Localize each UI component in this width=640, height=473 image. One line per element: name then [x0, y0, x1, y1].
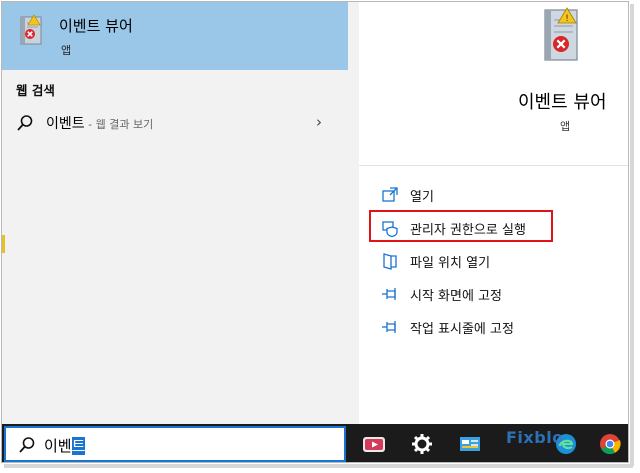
pin-icon	[382, 321, 396, 333]
detail-title: 이벤트 뷰어	[518, 92, 607, 113]
detail-subtitle: 앱	[560, 120, 571, 133]
start-search-window: 이벤트 뷰어 앱 웹 검색 이벤트 - 웹 결과 보기 › ! 이벤트 뷰어 앱…	[1, 1, 629, 463]
chrome-icon[interactable]	[598, 432, 622, 456]
window-shadow-right	[630, 4, 634, 466]
edge-marker	[2, 235, 5, 253]
window-shadow-bottom	[4, 464, 633, 468]
open-action[interactable]: 열기	[381, 182, 611, 208]
web-search-header: 웹 검색	[16, 83, 55, 98]
search-text-selected: 트	[71, 437, 86, 455]
action-label: 관리자 권한으로 실행	[410, 222, 526, 238]
detail-divider	[359, 165, 628, 166]
pin-icon	[382, 288, 396, 300]
gear-icon[interactable]	[410, 432, 434, 456]
chevron-right-icon[interactable]: ›	[316, 113, 322, 131]
results-pane: 이벤트 뷰어 앱 웹 검색 이벤트 - 웹 결과 보기 ›	[2, 2, 348, 424]
web-search-hint: - 웹 결과 보기	[84, 118, 154, 131]
file-location-icon	[383, 253, 397, 270]
search-query: 이벤트	[44, 435, 86, 456]
pane-divider	[348, 2, 359, 424]
search-icon	[17, 115, 33, 131]
search-icon	[19, 437, 35, 453]
web-search-query: 이벤트	[46, 116, 85, 132]
web-search-result[interactable]: 이벤트 - 웹 결과 보기 ›	[2, 106, 348, 138]
best-match-title: 이벤트 뷰어	[59, 17, 133, 35]
open-icon	[382, 187, 398, 202]
watermark-text: Fixblo	[506, 428, 564, 447]
action-label: 파일 위치 열기	[410, 255, 491, 271]
open-file-location-action[interactable]: 파일 위치 열기	[381, 248, 611, 274]
shield-icon	[382, 221, 398, 237]
detail-pane: ! 이벤트 뷰어 앱 열기 관리자 권한으로 실행 파일 위치 열기 시작 화면…	[359, 2, 628, 424]
action-label: 시작 화면에 고정	[410, 288, 502, 304]
action-label: 작업 표시줄에 고정	[410, 321, 514, 337]
search-text-plain: 이벤	[44, 437, 72, 455]
action-label: 열기	[410, 189, 434, 205]
search-input[interactable]: 이벤트	[4, 426, 346, 462]
screen-recorder-icon[interactable]	[362, 432, 386, 456]
pin-to-start-action[interactable]: 시작 화면에 고정	[381, 281, 611, 307]
pin-to-taskbar-action[interactable]: 작업 표시줄에 고정	[381, 314, 611, 340]
event-viewer-large-icon: !	[544, 7, 578, 61]
svg-text:!: !	[565, 14, 569, 24]
run-as-admin-action[interactable]: 관리자 권한으로 실행	[381, 215, 611, 241]
best-match-subtitle: 앱	[61, 44, 72, 57]
event-viewer-icon	[20, 14, 42, 45]
control-panel-icon[interactable]	[458, 432, 482, 456]
best-match-item[interactable]: 이벤트 뷰어 앱	[2, 2, 348, 70]
taskbar: 이벤트 Fixblo	[2, 424, 628, 462]
